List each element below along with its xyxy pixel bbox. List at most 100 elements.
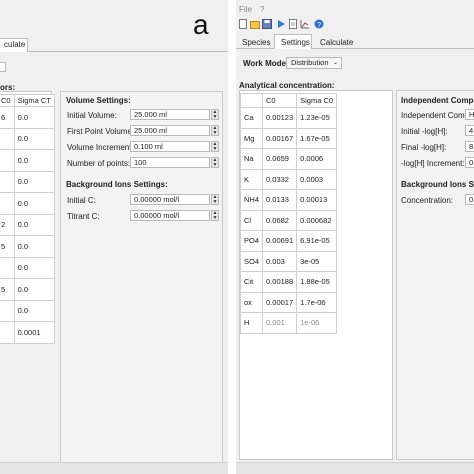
table-row[interactable]: ox 0.00017 1.7e-06 [239, 291, 338, 313]
c0-cell[interactable]: 0.0332 [262, 168, 298, 190]
table-cell[interactable]: 0.0001 [13, 321, 55, 344]
initial-c-spinner[interactable]: ▲ ▼ [211, 194, 219, 205]
table-cell[interactable] [0, 170, 15, 193]
table-cell[interactable]: 0.0 [13, 213, 55, 236]
sigma-cell[interactable]: 1.23e-05 [296, 107, 338, 129]
help-icon[interactable]: ? [314, 19, 324, 29]
final-log-h-input[interactable]: 8. [465, 141, 474, 152]
table-cell[interactable] [0, 149, 15, 172]
tab-species[interactable]: Species [242, 38, 270, 48]
table-row[interactable]: Cit 0.00188 1.88e-05 [239, 271, 338, 293]
c0-cell[interactable]: 0.0133 [262, 189, 298, 211]
sigma-cell[interactable]: 1.88e-05 [296, 271, 338, 293]
save-icon[interactable] [262, 19, 272, 29]
table-cell[interactable]: 0.0 [13, 127, 55, 150]
table-cell[interactable] [0, 192, 15, 215]
table-header-cell: C0 [262, 93, 298, 108]
table-cell[interactable]: 5 [0, 278, 15, 301]
table-row[interactable]: K 0.0332 0.0003 [239, 168, 338, 190]
new-file-icon[interactable] [238, 19, 248, 29]
table-row[interactable]: 0.0 [0, 299, 55, 322]
table-row[interactable]: Ca 0.00123 1.23e-05 [239, 107, 338, 129]
number-of-points-spinner[interactable]: ▲ ▼ [211, 157, 219, 168]
sigma-cell[interactable]: 1.67e-05 [296, 127, 338, 149]
table-cell[interactable] [0, 321, 15, 344]
table-row[interactable]: 5 0.0 [0, 235, 55, 258]
table-cell[interactable] [0, 127, 15, 150]
table-cell[interactable]: 0.0 [13, 149, 55, 172]
independent-comp-input[interactable]: H [465, 109, 474, 120]
initial-volume-spinner[interactable]: ▲ ▼ [211, 109, 219, 120]
initial-volume-input[interactable]: 25.000 ml [130, 109, 210, 120]
sigma-cell[interactable]: 6.91e-05 [296, 230, 338, 252]
c0-cell[interactable]: 0.00691 [262, 230, 298, 252]
table-cell[interactable]: 2 [0, 213, 15, 236]
table-cell[interactable]: 0.0 [13, 106, 55, 129]
left-dropdown-partial[interactable] [0, 62, 6, 72]
titrant-c-input[interactable]: 0.00000 mol/l [130, 210, 210, 221]
table-row[interactable]: 0.0 [0, 192, 55, 215]
c0-cell[interactable]: 0.00017 [262, 291, 298, 313]
table-cell[interactable]: 5 [0, 235, 15, 258]
sigma-cell[interactable]: 1e-06 [296, 312, 338, 334]
first-point-volume-spinner[interactable]: ▲ ▼ [211, 125, 219, 136]
volume-increments-spinner[interactable]: ▲ ▼ [211, 141, 219, 152]
number-of-points-input[interactable]: 100 [130, 157, 210, 168]
table-cell[interactable] [0, 256, 15, 279]
menu-file[interactable]: File [239, 5, 252, 15]
table-cell[interactable]: 0.0 [13, 299, 55, 322]
table-row[interactable]: H 0.001 1e-06 [239, 312, 338, 334]
table-row[interactable]: 5 0.0 [0, 278, 55, 301]
table-row[interactable]: 0.0 [0, 256, 55, 279]
sigma-cell[interactable]: 0.00013 [296, 189, 338, 211]
c0-cell[interactable]: 0.0682 [262, 209, 298, 231]
work-mode-select[interactable]: Distribution ⌄ [286, 57, 342, 69]
sigma-cell[interactable]: 0.0003 [296, 168, 338, 190]
c0-cell[interactable]: 0.003 [262, 250, 298, 272]
table-cell[interactable]: 0.0 [13, 170, 55, 193]
c0-cell[interactable]: 0.0659 [262, 148, 298, 170]
table-row[interactable]: Cl 0.0682 0.000682 [239, 209, 338, 231]
table-cell[interactable]: 6 [0, 106, 15, 129]
initial-c-input[interactable]: 0.00000 mol/l [130, 194, 210, 205]
table-row[interactable]: Na 0.0659 0.0006 [239, 148, 338, 170]
table-row[interactable]: 0.0001 [0, 321, 55, 344]
c0-cell[interactable]: 0.00188 [262, 271, 298, 293]
open-folder-icon[interactable] [250, 19, 260, 29]
table-cell[interactable]: 0.0 [13, 278, 55, 301]
volume-increments-input[interactable]: 0.100 ml [130, 141, 210, 152]
table-cell[interactable]: 0.0 [13, 192, 55, 215]
tab-calculate-label[interactable]: culate [4, 40, 25, 50]
sigma-cell[interactable]: 1.7e-06 [296, 291, 338, 313]
sigma-cell[interactable]: 3e-05 [296, 250, 338, 272]
tab-calculate[interactable]: Calculate [320, 38, 353, 48]
c0-cell[interactable]: 0.001 [262, 312, 298, 334]
tab-settings-label[interactable]: Settings [281, 38, 310, 48]
table-row[interactable]: NH4 0.0133 0.00013 [239, 189, 338, 211]
menu-help[interactable]: ? [260, 5, 264, 15]
table-cell[interactable]: 0.0 [13, 256, 55, 279]
table-cell[interactable] [0, 299, 15, 322]
table-row[interactable]: 0.0 [0, 127, 55, 150]
table-row[interactable]: Mg 0.00167 1.67e-05 [239, 127, 338, 149]
first-point-volume-input[interactable]: 25.000 ml [130, 125, 210, 136]
chart-icon[interactable] [300, 19, 310, 29]
run-icon[interactable] [276, 19, 286, 29]
log-h-increment-input[interactable]: 0. [465, 157, 474, 168]
sigma-cell[interactable]: 0.0006 [296, 148, 338, 170]
initial-log-h-input[interactable]: 4. [465, 125, 474, 136]
species-cell: Ca [239, 107, 264, 129]
document-icon[interactable] [288, 19, 298, 29]
table-row[interactable]: PO4 0.00691 6.91e-05 [239, 230, 338, 252]
concentration-input[interactable]: 0. [465, 194, 474, 205]
table-row[interactable]: SO4 0.003 3e-05 [239, 250, 338, 272]
c0-cell[interactable]: 0.00167 [262, 127, 298, 149]
table-cell[interactable]: 0.0 [13, 235, 55, 258]
table-row[interactable]: 6 0.0 [0, 106, 55, 129]
table-row[interactable]: 2 0.0 [0, 213, 55, 236]
c0-cell[interactable]: 0.00123 [262, 107, 298, 129]
table-row[interactable]: 0.0 [0, 149, 55, 172]
table-row[interactable]: 0.0 [0, 170, 55, 193]
titrant-c-spinner[interactable]: ▲ ▼ [211, 210, 219, 221]
sigma-cell[interactable]: 0.000682 [296, 209, 338, 231]
